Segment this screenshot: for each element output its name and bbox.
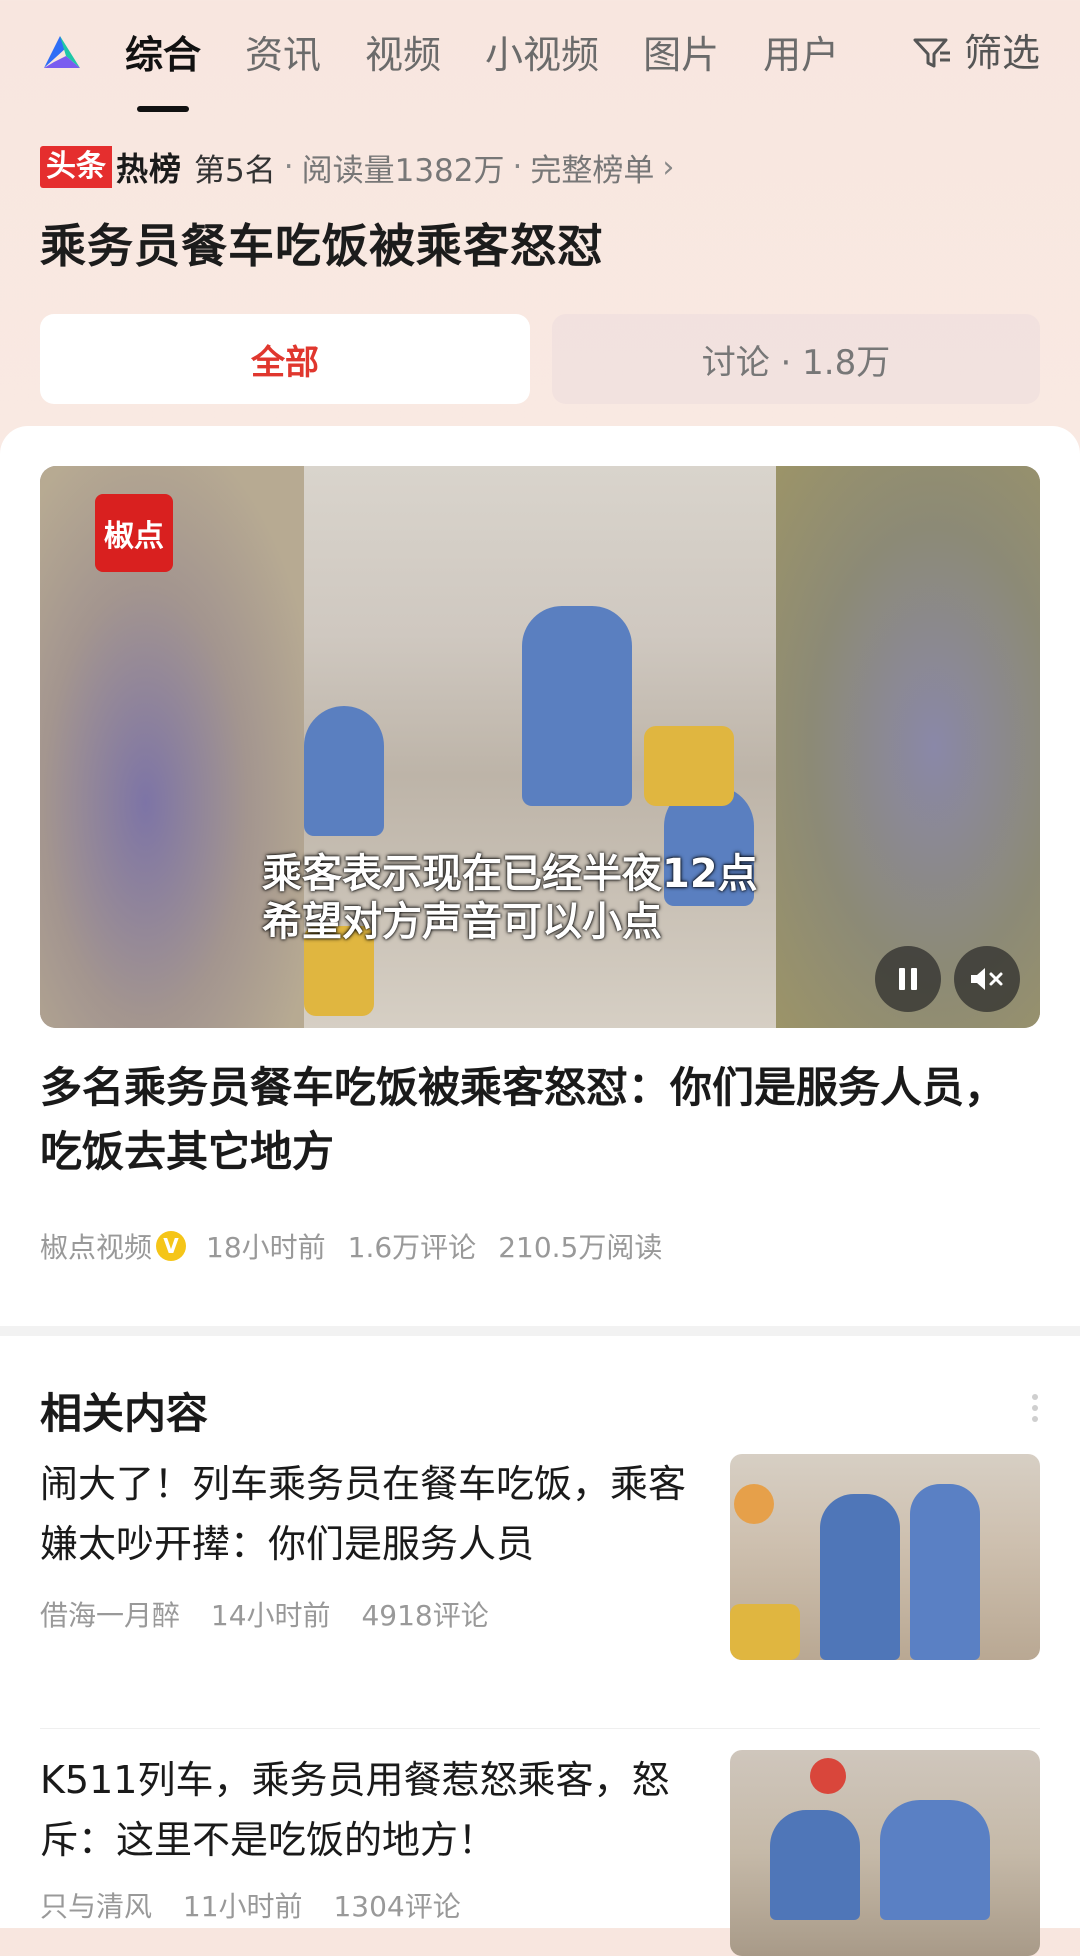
related-item-comments: 4918评论 [361, 1599, 489, 1632]
chevron-right-icon[interactable]: › [662, 150, 674, 185]
related-item-author: 借海一月醉 [40, 1599, 181, 1632]
article-comment-count: 1.6万评论 [347, 1231, 477, 1264]
related-item-title[interactable]: 闹大了！列车乘务员在餐车吃饭，乘客嫌太吵开撵：你们是服务人员 [40, 1454, 700, 1574]
mute-button[interactable] [954, 946, 1020, 1012]
video-blur-right [776, 466, 1040, 1028]
tab-images[interactable]: 图片 [643, 36, 719, 74]
related-item-thumbnail[interactable] [730, 1750, 1040, 1956]
video-figure [304, 706, 384, 836]
filter-label: 筛选 [963, 31, 1040, 75]
video-subtitle: 乘客表示现在已经半夜12点 希望对方声音可以小点 [262, 850, 758, 946]
subtitle-line: 乘客表示现在已经半夜12点 [262, 851, 758, 897]
hot-list-brand: 热榜 [116, 150, 183, 188]
related-item-time: 14小时前 [210, 1599, 331, 1632]
pause-button[interactable] [875, 946, 941, 1012]
related-content-section: 相关内容 闹大了！列车乘务员在餐车吃饭，乘客嫌太吵开撵：你们是服务人员 借海一月… [0, 1336, 1080, 1956]
article-source[interactable]: 椒点视频 [40, 1226, 152, 1266]
topic-headline: 乘务员餐车吃饭被乘客怒怼 [40, 219, 604, 273]
article-time: 18小时前 [206, 1231, 326, 1264]
list-separator [40, 1728, 1040, 1729]
related-item[interactable]: K511列车，乘务员用餐惹怒乘客，怒斥：这里不是吃饭的地方！ 只与清风 11小时… [0, 1750, 1080, 1956]
filter-button[interactable]: 筛选 [912, 34, 1040, 72]
channel-logo: 椒点 [95, 494, 173, 572]
segment-all[interactable]: 全部 [40, 314, 530, 404]
related-item[interactable]: 闹大了！列车乘务员在餐车吃饭，乘客嫌太吵开撵：你们是服务人员 借海一月醉 14小… [0, 1454, 1080, 1704]
segment-discussion[interactable]: 讨论 · 1.8万 [552, 314, 1040, 404]
related-item-author: 只与清风 [40, 1890, 153, 1923]
article-read-count: 210.5万阅读 [498, 1231, 663, 1264]
related-item-title[interactable]: K511列车，乘务员用餐惹怒乘客，怒斥：这里不是吃饭的地方！ [40, 1750, 700, 1870]
separator-dot: · [512, 149, 523, 185]
subtitle-line: 希望对方声音可以小点 [262, 899, 662, 945]
thumbnail-figure [880, 1800, 990, 1920]
tab-video[interactable]: 视频 [365, 36, 441, 74]
video-player[interactable]: 椒点 乘客表示现在已经半夜12点 希望对方声音可以小点 [40, 466, 1040, 1028]
hot-list-info: 头条 热榜 第5名 · 阅读量1382万 · 完整榜单 › [40, 142, 674, 192]
thumbnail-figure [820, 1494, 900, 1660]
filter-icon [913, 38, 950, 68]
article-card[interactable]: 椒点 乘客表示现在已经半夜12点 希望对方声音可以小点 多名乘务员餐车吃饭被乘客… [0, 426, 1080, 1326]
top-tab-bar: 综合 资讯 视频 小视频 图片 用户 筛选 [0, 0, 1080, 110]
verified-badge-icon: V [156, 1231, 187, 1261]
related-item-thumbnail[interactable] [730, 1454, 1040, 1660]
search-category-tabs: 综合 资讯 视频 小视频 图片 用户 [125, 0, 883, 110]
app-logo-icon[interactable] [40, 32, 84, 72]
tab-comprehensive[interactable]: 综合 [125, 36, 201, 74]
pause-icon [899, 968, 917, 990]
related-item-meta: 借海一月醉 14小时前 4918评论 [40, 1594, 511, 1634]
thumbnail-chair [730, 1604, 800, 1660]
hot-rank: 第5名 [194, 152, 276, 189]
related-item-meta: 只与清风 11小时前 1304评论 [40, 1885, 483, 1925]
tab-news[interactable]: 资讯 [245, 36, 321, 74]
related-item-time: 11小时前 [182, 1890, 303, 1923]
toutiao-brand-badge: 头条 [40, 146, 112, 188]
article-meta: 椒点视频 V 18小时前 1.6万评论 210.5万阅读 [40, 1226, 684, 1266]
full-list-link[interactable]: 完整榜单 [530, 145, 654, 190]
separator-dot: · [283, 149, 294, 185]
thumbnail-decoration [810, 1758, 846, 1794]
article-title[interactable]: 多名乘务员餐车吃饭被乘客怒怼：你们是服务人员，吃饭去其它地方 [40, 1056, 1040, 1184]
more-options-icon[interactable] [1032, 1394, 1040, 1427]
tab-users[interactable]: 用户 [763, 36, 839, 74]
related-section-title: 相关内容 [40, 1389, 209, 1438]
muted-speaker-icon [971, 968, 1003, 990]
related-item-comments: 1304评论 [333, 1890, 461, 1923]
thumbnail-figure [770, 1810, 860, 1920]
thumbnail-figure [910, 1484, 980, 1660]
thumbnail-decoration [734, 1484, 774, 1524]
section-divider [0, 1326, 1080, 1336]
video-figure [522, 606, 632, 806]
video-chair [644, 726, 734, 806]
tab-short-video[interactable]: 小视频 [485, 36, 599, 74]
hot-read-count: 阅读量1382万 [301, 152, 505, 189]
